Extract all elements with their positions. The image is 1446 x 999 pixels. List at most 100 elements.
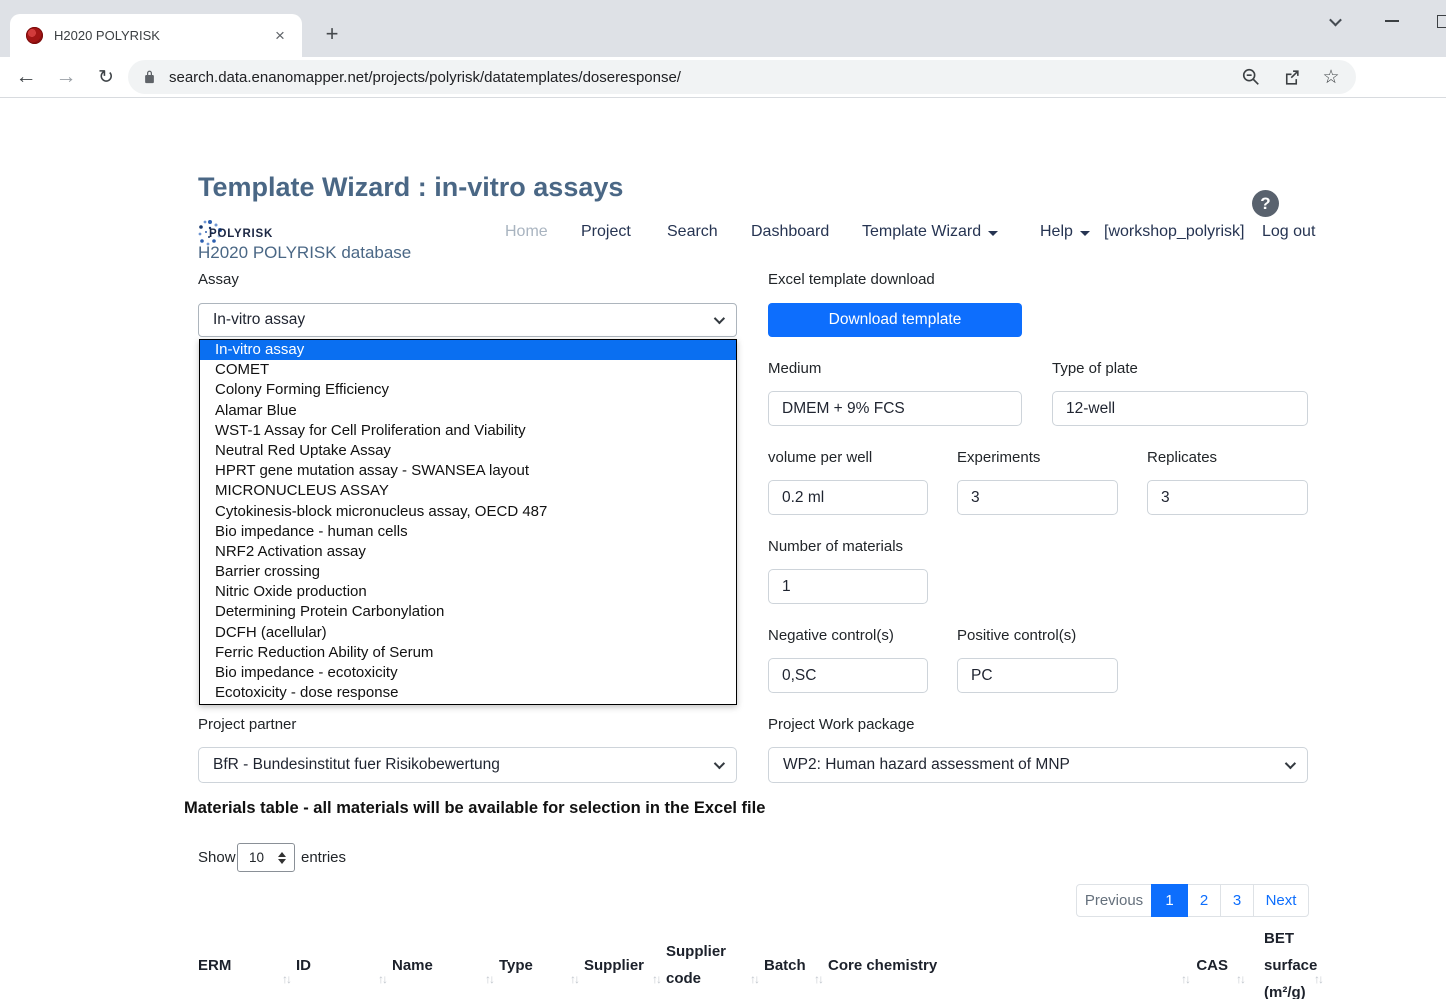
assay-option[interactable]: Determining Protein Carbonylation (200, 602, 736, 622)
work-package-select[interactable]: WP2: Human hazard assessment of MNP (768, 747, 1308, 783)
window-minimize-button[interactable] (1379, 8, 1405, 34)
assay-option[interactable]: Alamar Blue (200, 401, 736, 421)
tab-list-chevron-icon[interactable] (1322, 8, 1348, 34)
forward-icon[interactable]: → (52, 63, 80, 91)
assay-option[interactable]: DCFH (acellular) (200, 623, 736, 643)
volume-field-wrap (768, 480, 928, 515)
column-label: ERM (198, 952, 274, 979)
back-icon[interactable]: ← (12, 63, 40, 91)
column-header-type[interactable]: Type ↑↓ (499, 919, 584, 999)
url-text[interactable]: search.data.enanomapper.net/projects/pol… (169, 69, 1222, 86)
assay-option[interactable]: Neutral Red Uptake Assay (200, 441, 736, 461)
column-header-cas[interactable]: CAS ↑↓ (1195, 919, 1250, 999)
help-question-icon[interactable]: ? (1252, 190, 1279, 217)
site-favicon-icon (26, 27, 43, 44)
column-header-supplier[interactable]: Supplier ↑↓ (584, 919, 666, 999)
sort-arrows-icon: ↑↓ (570, 966, 578, 993)
project-partner-label: Project partner (198, 716, 296, 733)
nav-item-template-wizard[interactable]: Template Wizard (862, 223, 998, 241)
assay-option[interactable]: Bio impedance - human cells (200, 522, 736, 542)
download-template-button[interactable]: Download template (768, 303, 1022, 337)
materials-table-heading: Materials table - all materials will be … (184, 799, 765, 818)
negative-control-input[interactable] (768, 658, 928, 693)
plate-input[interactable] (1052, 391, 1308, 426)
nav-item-help[interactable]: Help (1040, 223, 1090, 241)
chevron-down-icon (714, 758, 725, 769)
experiments-field-wrap (957, 480, 1118, 515)
column-header-core-chemistry[interactable]: Core chemistry ↑↓ (828, 919, 1195, 999)
column-header-id[interactable]: ID ↑↓ (296, 919, 392, 999)
plate-label: Type of plate (1052, 360, 1138, 377)
pagination-previous[interactable]: Previous (1076, 884, 1152, 917)
nav-item-dashboard[interactable]: Dashboard (751, 223, 829, 241)
column-header-name[interactable]: Name ↑↓ (392, 919, 499, 999)
bookmark-star-icon[interactable]: ☆ (1320, 66, 1342, 88)
pagination-page-1[interactable]: 1 (1151, 884, 1188, 917)
assay-option[interactable]: COMET (200, 360, 736, 380)
experiments-label: Experiments (957, 449, 1040, 466)
experiments-input[interactable] (957, 480, 1118, 515)
chevron-down-icon (1285, 758, 1296, 769)
assay-option[interactable]: In-vitro assay (200, 340, 736, 360)
assay-select[interactable]: In-vitro assay (198, 303, 737, 337)
window-maximize-button[interactable] (1430, 8, 1446, 34)
zoom-out-icon[interactable] (1240, 66, 1262, 88)
entries-label: entries (301, 849, 346, 866)
nav-item-logout[interactable]: Log out (1262, 223, 1315, 241)
pagination-page-2[interactable]: 2 (1187, 884, 1221, 917)
column-label: Core chemistry (828, 952, 1173, 979)
project-partner-select[interactable]: BfR - Bundesinstitut fuer Risikobewertun… (198, 747, 737, 783)
sort-arrows-icon: ↑↓ (485, 966, 493, 993)
reload-icon[interactable]: ↻ (92, 63, 120, 91)
page-size-select[interactable]: 10 (237, 843, 295, 872)
nav-item-search[interactable]: Search (667, 223, 718, 241)
stepper-arrows-icon (278, 852, 286, 864)
database-heading: H2020 POLYRISK database (198, 243, 411, 263)
sort-arrows-icon: ↑↓ (750, 966, 758, 993)
assay-option[interactable]: Barrier crossing (200, 562, 736, 582)
column-header-bet-surface[interactable]: BET surface (m²/g) ↑↓ (1250, 919, 1308, 999)
nav-item-username[interactable]: [workshop_polyrisk] (1104, 223, 1245, 241)
assay-dropdown-list: In-vitro assayCOMETColony Forming Effici… (199, 339, 737, 705)
assay-option[interactable]: MICRONUCLEUS ASSAY (200, 481, 736, 501)
new-tab-button[interactable]: + (318, 20, 346, 48)
excel-download-label: Excel template download (768, 271, 935, 288)
assay-option[interactable]: Ferric Reduction Ability of Serum (200, 643, 736, 663)
assay-option[interactable]: Bio impedance - ecotoxicity (200, 663, 736, 683)
sort-arrows-icon: ↑↓ (378, 966, 386, 993)
caret-down-icon (1080, 231, 1090, 236)
share-icon[interactable] (1280, 66, 1302, 88)
assay-option[interactable]: NRF2 Activation assay (200, 542, 736, 562)
browser-tab[interactable]: H2020 POLYRISK × (10, 14, 302, 57)
assay-option[interactable]: HPRT gene mutation assay - SWANSEA layou… (200, 461, 736, 481)
pagination-next[interactable]: Next (1253, 884, 1309, 917)
volume-input[interactable] (768, 480, 928, 515)
medium-label: Medium (768, 360, 821, 377)
number-of-materials-field-wrap (768, 569, 928, 604)
column-header-erm[interactable]: ERM ↑↓ (198, 919, 296, 999)
tab-close-icon[interactable]: × (270, 26, 290, 46)
project-partner-value: BfR - Bundesinstitut fuer Risikobewertun… (213, 756, 500, 774)
positive-control-field-wrap (957, 658, 1118, 693)
sort-arrows-icon: ↑↓ (1236, 966, 1244, 993)
replicates-input[interactable] (1147, 480, 1308, 515)
column-header-supplier-code[interactable]: Supplier code ↑↓ (666, 919, 764, 999)
positive-control-input[interactable] (957, 658, 1118, 693)
assay-option[interactable]: Colony Forming Efficiency (200, 380, 736, 400)
work-package-label: Project Work package (768, 716, 914, 733)
assay-option[interactable]: Nitric Oxide production (200, 582, 736, 602)
assay-option[interactable]: Cytokinesis-block micronucleus assay, OE… (200, 502, 736, 522)
assay-option[interactable]: Ecotoxicity - dose response (200, 683, 736, 703)
assay-option[interactable]: WST-1 Assay for Cell Proliferation and V… (200, 421, 736, 441)
negative-control-field-wrap (768, 658, 928, 693)
number-of-materials-input[interactable] (768, 569, 928, 604)
medium-input[interactable] (768, 391, 1022, 426)
pagination-page-3[interactable]: 3 (1220, 884, 1254, 917)
address-bar[interactable]: search.data.enanomapper.net/projects/pol… (128, 60, 1356, 94)
replicates-field-wrap (1147, 480, 1308, 515)
nav-item-home[interactable]: Home (505, 223, 548, 241)
nav-item-project[interactable]: Project (581, 223, 631, 241)
column-header-batch[interactable]: Batch ↑↓ (764, 919, 828, 999)
sort-arrows-icon: ↑↓ (1181, 966, 1189, 993)
caret-down-icon (988, 231, 998, 236)
